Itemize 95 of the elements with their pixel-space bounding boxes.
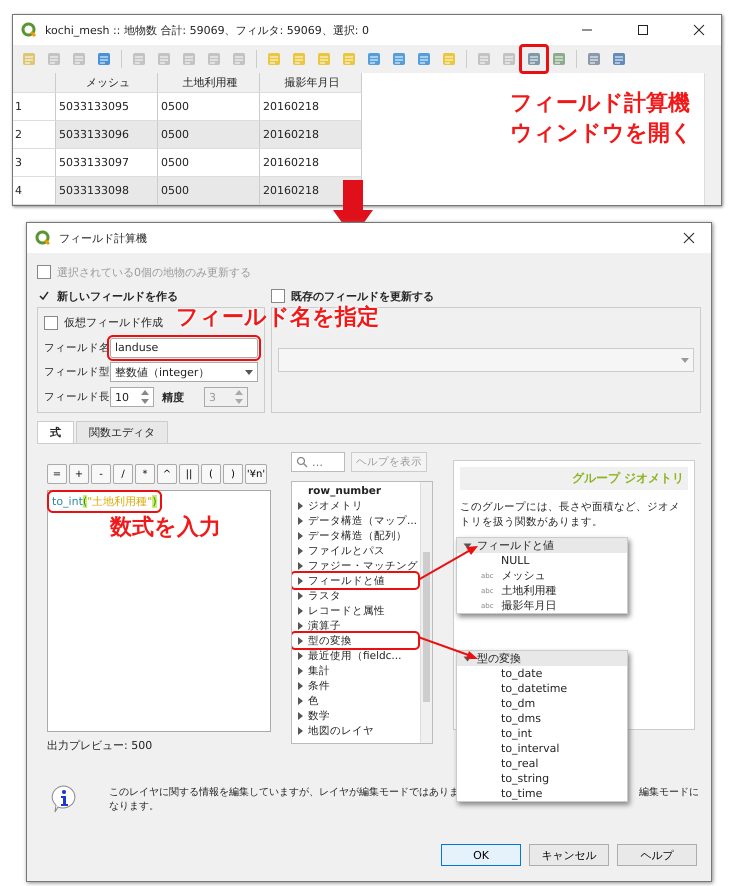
list-item[interactable]: to_time: [501, 787, 542, 800]
function-group-item[interactable]: 色: [292, 693, 418, 708]
group-header[interactable]: フィールドと値: [457, 538, 627, 553]
output-preview: 出力プレビュー: 500: [47, 738, 154, 753]
list-item[interactable]: to_datetime: [501, 682, 568, 695]
window-title: kochi_mesh :: 地物数 合計: 59069、フィルタ: 59069、選択: 0: [45, 22, 369, 38]
column-header[interactable]: メッシュ: [56, 73, 158, 94]
pointer-arrow: [418, 545, 478, 581]
function-group-item[interactable]: データ構造（マップ...: [292, 513, 418, 528]
function-group-item[interactable]: 型の変換: [292, 633, 418, 648]
row-number[interactable]: 2: [13, 121, 56, 150]
table-cell: 0500: [158, 177, 260, 205]
expand-arrow-icon[interactable]: [463, 543, 471, 548]
operator-button[interactable]: /: [113, 464, 133, 484]
group-header[interactable]: 型の変換: [457, 651, 627, 666]
virtual-field-checkbox[interactable]: 仮想フィールド作成: [44, 312, 163, 334]
app-logo-icon: [21, 22, 37, 38]
scrollbar[interactable]: [420, 482, 432, 743]
length-spinbox[interactable]: 10: [110, 387, 154, 408]
row-number[interactable]: 3: [13, 149, 56, 178]
row-number[interactable]: 4: [13, 177, 56, 205]
operator-button[interactable]: *: [135, 464, 155, 484]
operator-button[interactable]: +: [69, 464, 89, 484]
function-group-item[interactable]: ラスタ: [292, 588, 418, 603]
app-logo-icon: [35, 230, 51, 246]
list-item[interactable]: to_string: [501, 772, 550, 785]
maximize-icon[interactable]: [637, 24, 649, 36]
caret-icon: [245, 370, 253, 375]
callout-text: フィールド計算機: [510, 90, 691, 118]
close-icon[interactable]: [693, 24, 705, 36]
callout-text: ウィンドウを開く: [510, 120, 693, 148]
dialog-button[interactable]: ヘルプ: [617, 844, 697, 866]
operator-button[interactable]: '¥n': [245, 464, 267, 484]
list-item[interactable]: to_interval: [501, 742, 560, 755]
tab[interactable]: 式: [37, 421, 74, 443]
field-label: 精度: [162, 390, 184, 405]
dialog-button[interactable]: OK: [441, 844, 521, 866]
scrollbar[interactable]: [704, 73, 721, 205]
operator-button[interactable]: -: [91, 464, 111, 484]
search-field[interactable]: …: [291, 452, 345, 472]
function-group-item[interactable]: 地図のレイヤ: [292, 723, 418, 738]
function-group-item[interactable]: データ構造（配列）: [292, 528, 418, 543]
expression-text: to_int("土地利用種"): [50, 493, 159, 510]
field-name-input[interactable]: landuse: [110, 338, 258, 358]
existing-field-dropdown[interactable]: [278, 348, 694, 372]
column-header[interactable]: 土地利用種: [158, 73, 260, 94]
operator-button[interactable]: (: [201, 464, 221, 484]
list-item[interactable]: to_int: [501, 727, 532, 740]
caret-icon: [681, 358, 689, 362]
create-field-checkbox[interactable]: 新しいフィールドを作る: [37, 285, 178, 307]
list-item[interactable]: to_dm: [501, 697, 536, 710]
function-group-item[interactable]: ジオメトリ: [292, 498, 418, 513]
field-type-dropdown[interactable]: 整数値（integer）: [110, 362, 258, 382]
operator-button[interactable]: ): [223, 464, 243, 484]
help-text: このグループには、長さや面積など、ジオメトリを扱う関数があります。: [460, 500, 681, 530]
list-item[interactable]: 土地利用種: [502, 583, 557, 598]
tab[interactable]: 関数エディタ: [76, 421, 168, 443]
dialog-title: フィールド計算機: [59, 230, 147, 246]
row-number[interactable]: 1: [13, 93, 56, 122]
operator-button[interactable]: =: [47, 464, 67, 484]
function-group-item[interactable]: ファイルとパス: [292, 543, 418, 558]
spinner-arrows-icon[interactable]: [141, 390, 149, 404]
function-group-item[interactable]: 演算子: [292, 618, 418, 633]
list-item[interactable]: NULL: [501, 554, 530, 567]
list-item[interactable]: to_date: [501, 667, 542, 680]
function-group-item[interactable]: 集計: [292, 663, 418, 678]
list-item[interactable]: メッシュ: [502, 568, 546, 583]
search-icon: [296, 456, 308, 468]
function-group-item[interactable]: フィールドと値: [292, 573, 418, 588]
list-item[interactable]: to_dms: [501, 712, 541, 725]
column-header[interactable]: 撮影年月日: [260, 73, 362, 94]
list-item[interactable]: 撮影年月日: [502, 598, 557, 613]
callout-text: フィールド名を指定: [176, 304, 379, 332]
function-group-item[interactable]: レコードと属性: [292, 603, 418, 618]
function-group-item[interactable]: row_number: [292, 483, 418, 498]
function-group-item[interactable]: 最近使用（fieldc...: [292, 648, 418, 663]
table-cell: 0500: [158, 121, 260, 150]
message-text: なります。: [109, 800, 160, 813]
dialog-button[interactable]: キャンセル: [529, 844, 609, 866]
callout-text: 数式を入力: [110, 514, 221, 542]
table-cell: 20160218: [260, 121, 362, 150]
operator-button[interactable]: ^: [157, 464, 177, 484]
function-group-item[interactable]: 数学: [292, 708, 418, 723]
list-item[interactable]: to_real: [501, 757, 538, 770]
expand-arrow-icon[interactable]: [463, 656, 471, 661]
close-icon[interactable]: [683, 232, 695, 244]
function-group-item[interactable]: ファジー・マッチング: [292, 558, 418, 573]
check-icon: [39, 291, 49, 301]
message-text: 編集モードに: [639, 786, 699, 799]
pointer-arrow: [418, 636, 478, 660]
table-cell: 5033133096: [56, 121, 158, 150]
operator-button[interactable]: ||: [179, 464, 199, 484]
function-group-item[interactable]: 条件: [292, 678, 418, 693]
table-cell: 5033133098: [56, 177, 158, 205]
help-title: グループ ジオメトリ: [460, 467, 688, 490]
